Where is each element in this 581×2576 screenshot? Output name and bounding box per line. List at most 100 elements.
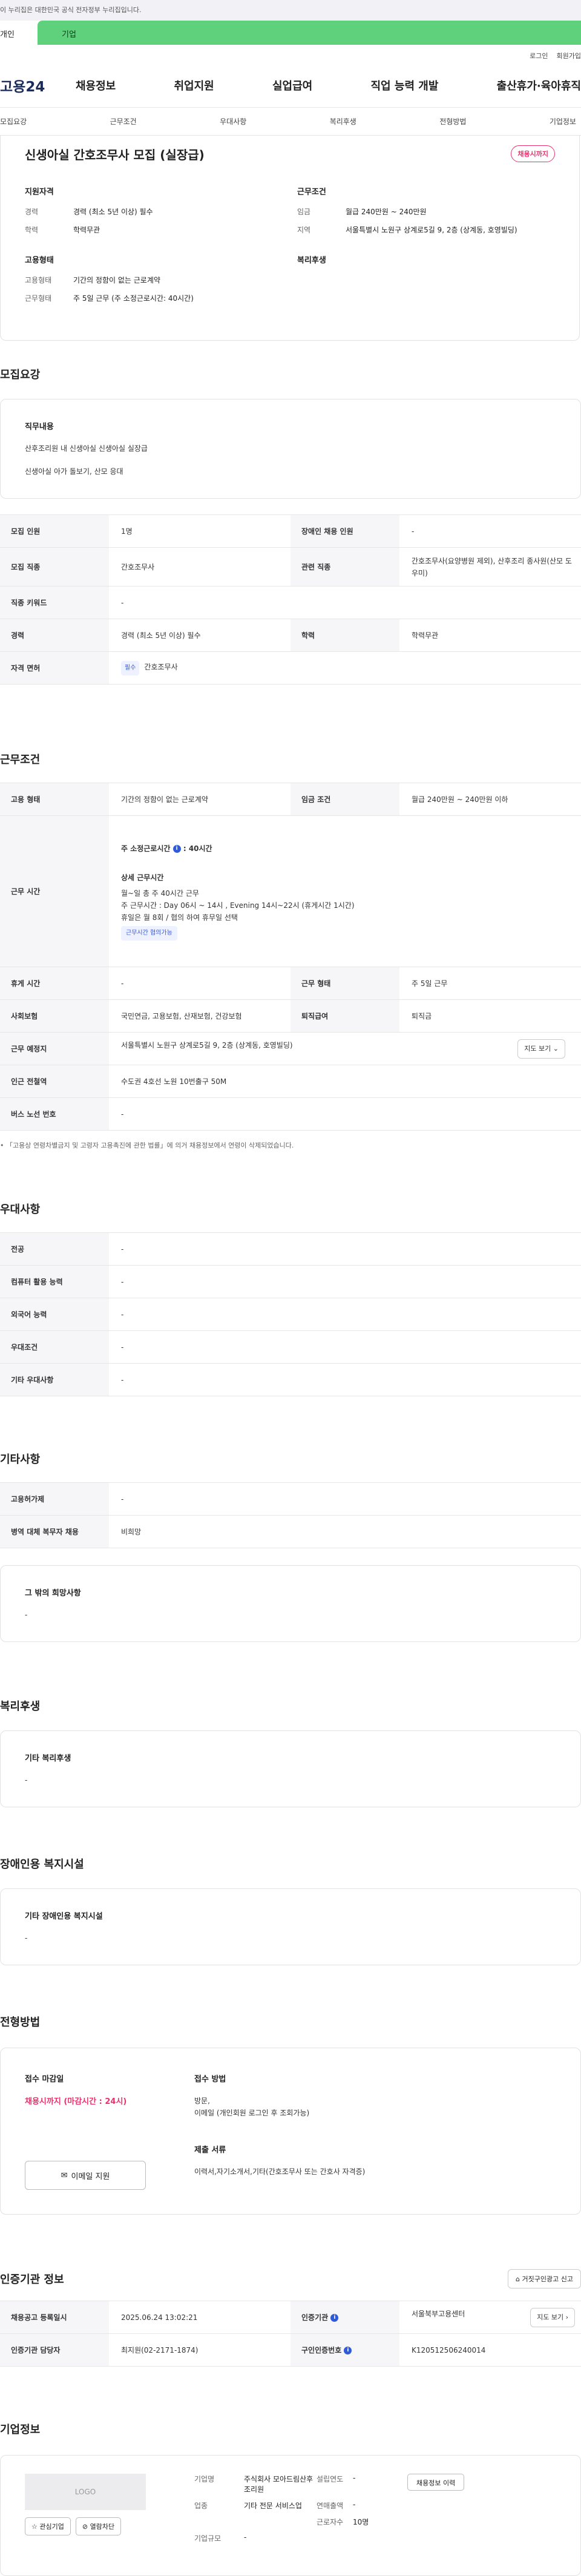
utility-links: 로그인 회원가입	[0, 45, 581, 63]
work-type-value: 주 5일 근무 (주 소정근로시간: 40시간)	[73, 294, 194, 303]
wish-heading: 그 밖의 희망사항	[25, 1589, 81, 1598]
info-icon[interactable]: i	[330, 2313, 339, 2322]
block-view-label: 열람차단	[90, 2523, 115, 2531]
table-row: 모집 인원 1명 장애인 채용 인원 -	[0, 514, 581, 548]
favorite-company-button[interactable]: ☆ 관심기업	[25, 2517, 71, 2535]
gnb-item-jobs[interactable]: 채용정보	[76, 77, 116, 93]
table-row: 우대조건 -	[0, 1330, 581, 1364]
signup-link[interactable]: 회원가입	[557, 52, 581, 60]
table-key: 휴게 시간	[0, 967, 109, 1000]
table-row: 인근 전철역 수도권 4호선 노원 10번출구 50M	[0, 1065, 581, 1098]
negotiable-chip: 근무시간 협의가능	[121, 925, 177, 941]
duty-heading: 직무내용	[25, 422, 54, 432]
table-row: 고용 형태 기간의 정함이 없는 근로계약 임금 조건 월급 240만원 ~ 2…	[0, 783, 581, 816]
table-key: 버스 노선 번호	[0, 1097, 109, 1131]
qual-career-value: 경력 (최소 5년 이상) 필수	[73, 208, 153, 216]
sales-key: 연매출액	[317, 2502, 344, 2510]
qualification-heading: 지원자격	[25, 188, 54, 197]
cond-region-value: 서울특별시 노원구 상계로5길 9, 2층 (상계동, 호영빌딩)	[346, 226, 517, 234]
employment-type-block: 고용형태 고용형태 기간의 정함이 없는 근로계약 근무형태 주 5일 근무 (주 …	[25, 254, 297, 311]
qual-education-key: 학력	[25, 226, 39, 234]
map-view-button[interactable]: 지도 보기 ⌄	[517, 1039, 565, 1059]
gov-official-text: 이 누리집은 대한민국 공식 전자정부 누리집입니다.	[0, 6, 142, 14]
agency-map-button[interactable]: 지도 보기 ›	[530, 2307, 575, 2327]
docs-value: 이력서,자기소개서,기타(간호조무사 또는 간호사 자격증)	[194, 2167, 366, 2176]
work-place-value: 서울특별시 노원구 상계로5길 9, 2층 (상계동, 호영빌딩)	[121, 1040, 293, 1050]
agency-map-label: 지도 보기	[537, 2313, 564, 2321]
disability-value: -	[25, 1934, 28, 1942]
deadline-badge: 채용시까지	[511, 145, 555, 162]
table-key: 학력	[290, 619, 399, 652]
anchor-selection[interactable]: 전형방법	[439, 116, 466, 126]
cert-agency-label: 인증기관	[301, 2313, 329, 2322]
table-value: -	[399, 514, 581, 548]
table-row: 기타 우대사항 -	[0, 1363, 581, 1396]
table-value: 비희망	[109, 1515, 581, 1548]
job-summary-card: 신생아실 간호조무사 모집 (실장급) 채용시까지 지원자격 경력 경력 (최소 …	[0, 136, 580, 341]
company-heading: 기업정보	[0, 2423, 41, 2436]
member-type-tabs: 개인 기업	[0, 21, 581, 45]
founded-value: -	[353, 2474, 356, 2482]
cert-table: 채용공고 등록일시 2025.06.24 13:02:21 인증기관 i 서울북…	[0, 2301, 581, 2367]
table-key: 채용공고 등록일시	[0, 2301, 109, 2334]
table-value: 기간의 정함이 없는 근로계약	[109, 783, 290, 816]
method-line: 이메일 (개인회원 로그인 후 조회가능)	[194, 2109, 310, 2117]
anchor-preference[interactable]: 우대사항	[220, 116, 246, 126]
block-view-button[interactable]: ⊘ 열람차단	[75, 2517, 122, 2535]
table-value: 간호조무사(요양병원 제외), 산후조리 종사원(산모 도우미)	[399, 547, 581, 586]
favorite-company-label: 관심기업	[39, 2523, 64, 2531]
welfare-heading: 복리후생	[0, 1700, 41, 1713]
detail-hours-line: 휴일은 월 8회 / 협의 하여 휴무일 선택	[121, 913, 238, 922]
welfare-card: 기타 복리후생 -	[0, 1730, 581, 1807]
preference-section: 우대사항 전공 - 컴퓨터 활용 능력 - 외국어 능력 - 우대조건 - 기타 우대사…	[0, 1201, 581, 1396]
block-icon: ⊘	[82, 2523, 88, 2531]
selection-card: 접수 마감일 채용시까지 (마감시간 : 24시) ✉ 이메일 지원 접수 방법 …	[0, 2048, 581, 2215]
table-key: 모집 인원	[0, 514, 109, 548]
login-link[interactable]: 로그인	[530, 52, 548, 60]
tab-person[interactable]: 개인	[0, 21, 38, 45]
gnb-item-parental-leave[interactable]: 출산휴가·육아휴직	[497, 77, 581, 93]
false-ad-report-button[interactable]: ⌂ 거짓구인광고 신고	[508, 2269, 581, 2288]
condition-block: 근무조건 임금 월급 240만원 ~ 240만원 지역 서울특별시 노원구 상계로5…	[297, 185, 557, 243]
table-value: 수도권 4호선 노원 10번출구 50M	[109, 1065, 581, 1098]
cert-number-label: 구인인증번호	[301, 2345, 342, 2354]
info-icon[interactable]: i	[172, 844, 181, 853]
table-row: 근무 예정지 서울특별시 노원구 상계로5길 9, 2층 (상계동, 호영빌딩)…	[0, 1032, 581, 1065]
work-place-cell: 서울특별시 노원구 상계로5길 9, 2층 (상계동, 호영빌딩) 지도 보기 …	[109, 1032, 581, 1065]
table-value: K120512506240014	[399, 2333, 581, 2367]
gnb-item-employment-support[interactable]: 취업지원	[174, 77, 214, 93]
welfare-summary-heading: 복리후생	[297, 256, 326, 265]
table-row: 전공 -	[0, 1232, 581, 1266]
anchor-recruit[interactable]: 모집요강	[0, 116, 27, 126]
table-value: -	[109, 1097, 581, 1131]
tab-company[interactable]: 기업	[38, 21, 581, 45]
table-key: 인증기관 담당자	[0, 2333, 109, 2367]
anchor-conditions[interactable]: 근무조건	[110, 116, 137, 126]
table-key: 근무 시간	[0, 815, 109, 967]
conditions-section: 근무조건 고용 형태 기간의 정함이 없는 근로계약 임금 조건 월급 240만…	[0, 751, 581, 1150]
anchor-company[interactable]: 기업정보	[550, 116, 576, 126]
table-row: 컴퓨터 활용 능력 -	[0, 1265, 581, 1298]
method-heading: 접수 방법	[194, 2075, 226, 2084]
email-apply-button[interactable]: ✉ 이메일 지원	[25, 2161, 146, 2190]
info-icon[interactable]: i	[344, 2346, 352, 2354]
site-logo[interactable]: 고용24	[0, 75, 76, 96]
docs-heading: 제출 서류	[194, 2146, 226, 2155]
etc-section: 기타사항 고용허가제 - 병역 대체 복무자 채용 비희망 그 밖의 희망사항 -	[0, 1451, 581, 1642]
table-row: 병역 대체 복무자 채용 비희망	[0, 1515, 581, 1548]
table-key: 근무 예정지	[0, 1032, 109, 1065]
gnb-item-unemployment-benefit[interactable]: 실업급여	[272, 77, 312, 93]
table-row: 외국어 능력 -	[0, 1298, 581, 1331]
table-key: 장애인 채용 인원	[290, 514, 399, 548]
emp-type-key: 고용형태	[25, 276, 52, 284]
preference-heading: 우대사항	[0, 1203, 41, 1216]
map-view-label: 지도 보기	[524, 1044, 551, 1053]
weekly-hours-label: 주 소정근로시간	[121, 844, 171, 853]
table-row: 고용허가제 -	[0, 1482, 581, 1516]
weekly-hours-value: : 40시간	[183, 844, 212, 853]
anchor-welfare[interactable]: 복리후생	[330, 116, 356, 126]
company-name-key: 기업명	[194, 2475, 215, 2483]
table-value: 학력무관	[399, 619, 581, 652]
gnb-item-skills-development[interactable]: 직업 능력 개발	[371, 77, 439, 93]
hiring-history-button[interactable]: 채용정보 이력	[407, 2474, 465, 2491]
